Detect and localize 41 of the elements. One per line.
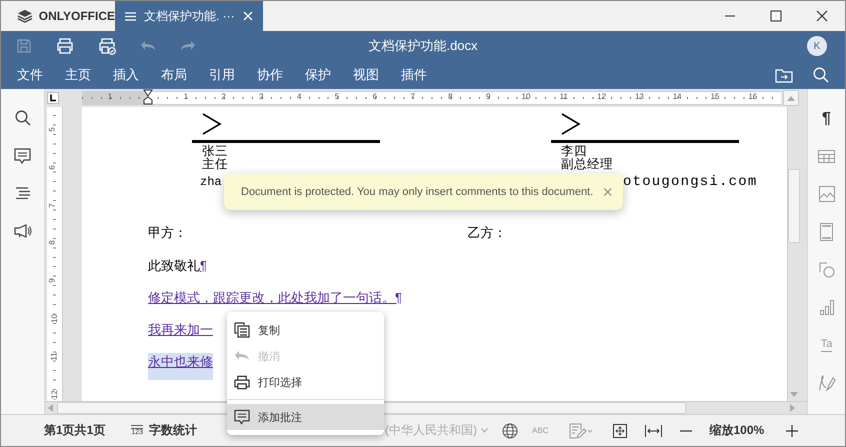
- ruler-number: 3: [258, 91, 265, 103]
- paragraph: 永中也来修: [148, 353, 213, 380]
- paragraph: 此致敬礼¶: [148, 257, 207, 274]
- party-label: 乙方：: [468, 224, 508, 242]
- ruler-number: 11: [50, 352, 59, 360]
- notice-message: Document is protected. You may only insert comments to this document.: [241, 186, 594, 198]
- ruler-number: 5: [334, 91, 340, 103]
- ruler-number: 11: [558, 91, 569, 103]
- ruler-number: 6: [48, 165, 57, 170]
- paragraph: 我再来加一: [148, 321, 213, 338]
- ruler-number: 16: [747, 91, 758, 103]
- signer-title: 副总经理: [560, 158, 614, 171]
- party-label: 甲方：: [148, 224, 188, 242]
- signer-email: zha: [199, 175, 222, 190]
- signer-email: otougongsi.com: [622, 175, 758, 190]
- ruler-number: 10: [50, 314, 59, 323]
- ruler-number: 6: [372, 91, 378, 103]
- signer-title: 主任: [201, 158, 229, 171]
- ruler-number: 7: [409, 91, 416, 103]
- ruler-number: 10: [520, 91, 532, 103]
- ruler-number: 12: [50, 390, 59, 399]
- ruler-number: 9: [48, 278, 57, 283]
- ruler-number: 8: [48, 240, 57, 246]
- ruler-number: 8: [447, 91, 454, 103]
- ruler-number: 12: [596, 91, 608, 103]
- signer-name: 张三: [201, 145, 229, 158]
- ruler-number: 1: [106, 91, 114, 103]
- ruler-number: 2: [220, 91, 227, 103]
- ruler-number: 9: [484, 91, 492, 103]
- ruler-number: 5: [48, 127, 57, 132]
- ruler-number: 13: [634, 91, 645, 103]
- document-title: 文档保护功能.docx: [368, 37, 478, 55]
- app-logo: ONLYOFFICE: [38, 9, 115, 23]
- tab-title: 文档保护功能. ···: [144, 8, 235, 24]
- ruler-number: 1: [182, 91, 190, 103]
- ruler-number: 7: [48, 202, 57, 208]
- ruler-number: 4: [296, 91, 302, 103]
- paragraph: 修定模式，跟踪更改，此处我加了一句话。¶: [148, 289, 402, 306]
- signer-name: 李四: [560, 145, 587, 158]
- ruler-number: 14: [672, 91, 683, 103]
- ruler-number: 15: [710, 91, 720, 103]
